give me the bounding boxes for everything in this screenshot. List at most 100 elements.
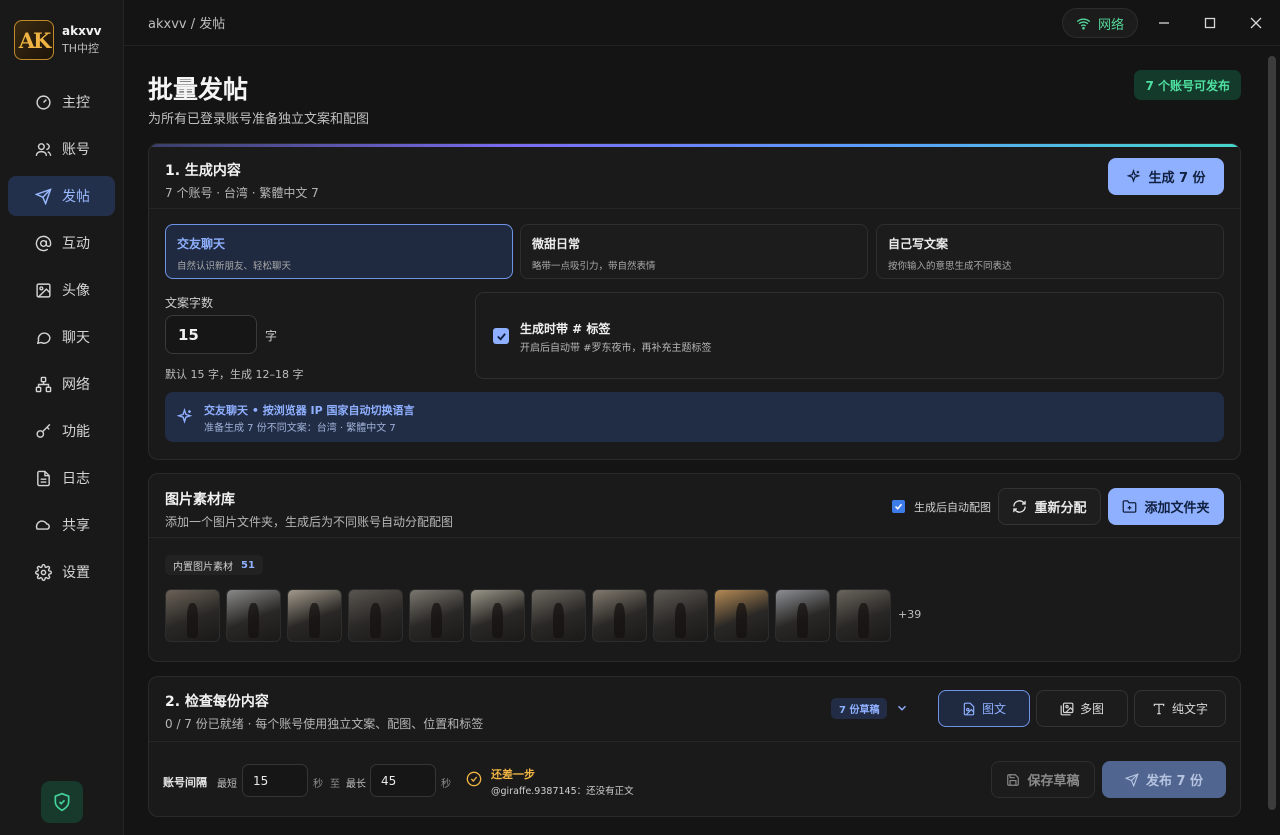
hashtag-option[interactable]: 生成时带 # 标签 开启后自动带 #罗东夜市，再补充主题标签: [475, 292, 1224, 379]
thumbnail-figure: [309, 602, 320, 639]
key-icon: [36, 423, 51, 438]
cloud-icon: [35, 519, 50, 530]
word-unit: 字: [265, 329, 278, 343]
send-icon: [1124, 772, 1139, 787]
view-text-only[interactable]: 纯文字: [1134, 690, 1226, 727]
thumbnail-figure: [675, 602, 686, 639]
hashtag-title: 生成时带 # 标签: [520, 322, 611, 336]
section-title: 1. 生成内容: [165, 163, 241, 179]
sidebar-item-avatar[interactable]: 头像: [8, 270, 115, 310]
generate-button[interactable]: 生成 7 份: [1108, 158, 1224, 195]
image-thumbnail[interactable]: [348, 589, 403, 642]
shield-check-icon: [54, 792, 70, 812]
image-thumbnail[interactable]: [287, 589, 342, 642]
chevron-down-icon: [897, 705, 907, 711]
sparkle-icon: [176, 408, 193, 424]
brand-sub: TH中控: [62, 42, 99, 55]
interval-label: 账号间隔: [163, 776, 207, 789]
chat-icon: [36, 331, 51, 344]
sidebar-item-accounts[interactable]: 账号: [8, 129, 115, 169]
hashtag-desc: 开启后自动带 #罗东夜市，再补充主题标签: [520, 343, 712, 354]
image-thumbnail[interactable]: [409, 589, 464, 642]
sidebar-nav: 主控 账号 发帖 互动 头像 聊天 网络 功能 日志 共享 设置: [0, 82, 123, 592]
save-draft-button[interactable]: 保存草稿: [991, 761, 1095, 798]
sidebar-item-features[interactable]: 功能: [8, 411, 115, 451]
card-accent-bar: [149, 144, 1240, 147]
drafts-badge: 7 份草稿: [831, 698, 888, 719]
hashtag-checkbox[interactable]: [493, 328, 509, 344]
sidebar-item-logs[interactable]: 日志: [8, 458, 115, 498]
word-count-input[interactable]: 15: [165, 315, 257, 354]
review-content-card: 2. 检查每份内容 0 / 7 份已就绪 · 每个账号使用独立文案、配图、位置和…: [148, 676, 1241, 817]
image-thumbnail[interactable]: [531, 589, 586, 642]
document-icon: [37, 470, 50, 486]
brand: AK akxvv TH中控: [0, 0, 123, 74]
brand-logo: AK: [14, 20, 54, 60]
thumbnail-figure: [614, 602, 625, 639]
more-images-count[interactable]: +39: [898, 608, 921, 621]
image-thumbnail[interactable]: [714, 589, 769, 642]
section-subtitle: 7 个账号 · 台湾 · 繁體中文 7: [165, 186, 319, 200]
view-image-text[interactable]: 图文: [938, 690, 1030, 727]
close-button[interactable]: [1245, 12, 1267, 34]
minimize-icon: [1159, 22, 1169, 24]
expand-drafts-button[interactable]: [895, 701, 909, 719]
sidebar-item-chat[interactable]: 聊天: [8, 317, 115, 357]
topbar: akxvv / 发帖 网络: [124, 0, 1280, 46]
review-subtitle: 0 / 7 份已就绪 · 每个账号使用独立文案、配图、位置和标签: [165, 717, 484, 731]
info-title: 交友聊天 • 按浏览器 IP 国家自动切换语言: [204, 404, 415, 417]
send-icon: [35, 187, 52, 205]
sidebar: AK akxvv TH中控 主控 账号 发帖 互动 头像 聊天 网络 功能 日志…: [0, 0, 124, 835]
maximize-button[interactable]: [1199, 12, 1221, 34]
word-count-hint: 默认 15 字，生成 12–18 字: [165, 368, 304, 381]
network-status-pill[interactable]: 网络: [1062, 8, 1139, 38]
mode-card-sweet-daily[interactable]: 微甜日常 略带一点吸引力，带自然表情: [520, 224, 868, 279]
thumbnail-figure: [797, 602, 808, 639]
info-desc: 准备生成 7 份不同文案：台湾 · 繁體中文 7: [204, 423, 396, 434]
close-icon: [1250, 17, 1262, 29]
image-thumbnail[interactable]: [775, 589, 830, 642]
publish-button[interactable]: 发布 7 份: [1102, 761, 1226, 798]
users-icon: [35, 142, 52, 156]
thumbnail-strip: [149, 474, 1240, 661]
brand-name: akxvv: [62, 24, 102, 38]
max-interval-input[interactable]: 45: [370, 764, 436, 797]
image-thumbnail[interactable]: [226, 589, 281, 642]
text-icon: [1153, 703, 1165, 714]
thumbnail-figure: [736, 602, 747, 639]
image-thumbnail[interactable]: [470, 589, 525, 642]
mode-card-custom-copy[interactable]: 自己写文案 按你输入的意思生成不同表达: [876, 224, 1224, 279]
thumbnail-figure: [187, 602, 198, 639]
page-title: 批量发帖: [148, 75, 249, 104]
sidebar-item-post[interactable]: 发帖: [8, 176, 115, 216]
available-accounts-badge: 7 个账号可发布: [1134, 70, 1241, 100]
breadcrumb: akxvv / 发帖: [148, 17, 226, 32]
sidebar-item-settings[interactable]: 设置: [8, 552, 115, 592]
view-multi-image[interactable]: 多图: [1036, 690, 1128, 727]
sidebar-item-interact[interactable]: 互动: [8, 223, 115, 263]
sidebar-item-network[interactable]: 网络: [8, 364, 115, 404]
network-icon: [35, 376, 52, 392]
sidebar-item-share[interactable]: 共享: [8, 505, 115, 545]
page-scrollbar[interactable]: [1268, 56, 1276, 810]
thumbnail-figure: [553, 602, 564, 639]
minimize-button[interactable]: [1153, 12, 1175, 34]
thumbnail-figure: [248, 602, 259, 639]
dashboard-icon: [36, 94, 51, 110]
image-thumbnail[interactable]: [653, 589, 708, 642]
image-thumbnail[interactable]: [592, 589, 647, 642]
check-circle-icon: [466, 771, 482, 787]
thumbnail-figure: [370, 602, 381, 639]
gallery-icon: [1060, 702, 1074, 715]
min-interval-input[interactable]: 15: [242, 764, 308, 797]
security-shield-button[interactable]: [41, 781, 83, 823]
word-count-label: 文案字数: [165, 296, 214, 310]
sidebar-item-dashboard[interactable]: 主控: [8, 82, 115, 122]
mode-card-dating[interactable]: 交友聊天 自然认识新朋友、轻松聊天: [165, 224, 513, 279]
status-desc: @giraffe.9387145：还没有正文: [491, 786, 634, 797]
language-info-bar: 交友聊天 • 按浏览器 IP 国家自动切换语言 准备生成 7 份不同文案：台湾 …: [165, 392, 1224, 442]
thumbnail-figure: [858, 602, 869, 639]
image-thumbnail[interactable]: [165, 589, 220, 642]
thumbnail-figure: [431, 602, 442, 639]
image-thumbnail[interactable]: [836, 589, 891, 642]
